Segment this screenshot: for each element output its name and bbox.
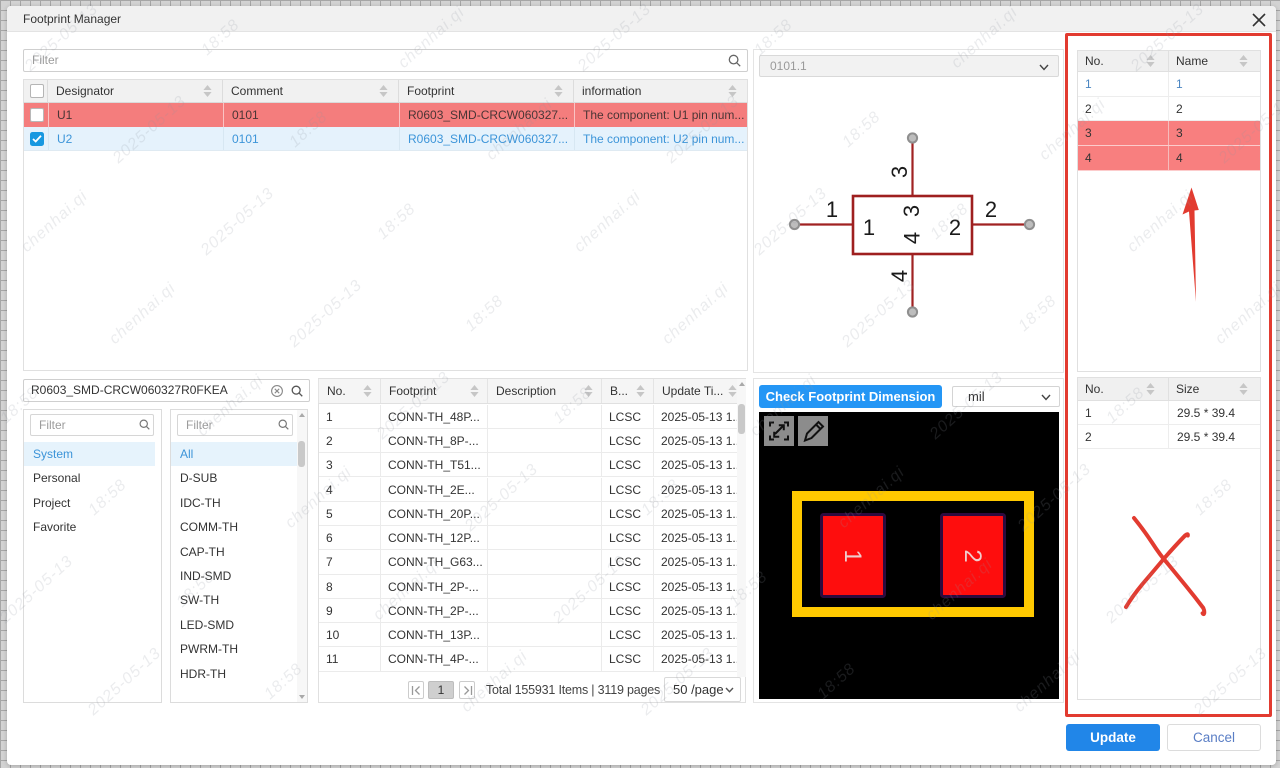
svg-text:2: 2 [949, 215, 961, 240]
svg-text:4: 4 [900, 232, 925, 244]
svg-text:1: 1 [863, 215, 875, 240]
svg-text:3: 3 [887, 166, 912, 178]
svg-text:1: 1 [826, 197, 838, 222]
svg-text:4: 4 [887, 270, 912, 282]
svg-text:1: 1 [839, 549, 866, 562]
svg-text:3: 3 [899, 205, 924, 217]
svg-text:2: 2 [985, 197, 997, 222]
svg-text:2: 2 [959, 549, 986, 562]
